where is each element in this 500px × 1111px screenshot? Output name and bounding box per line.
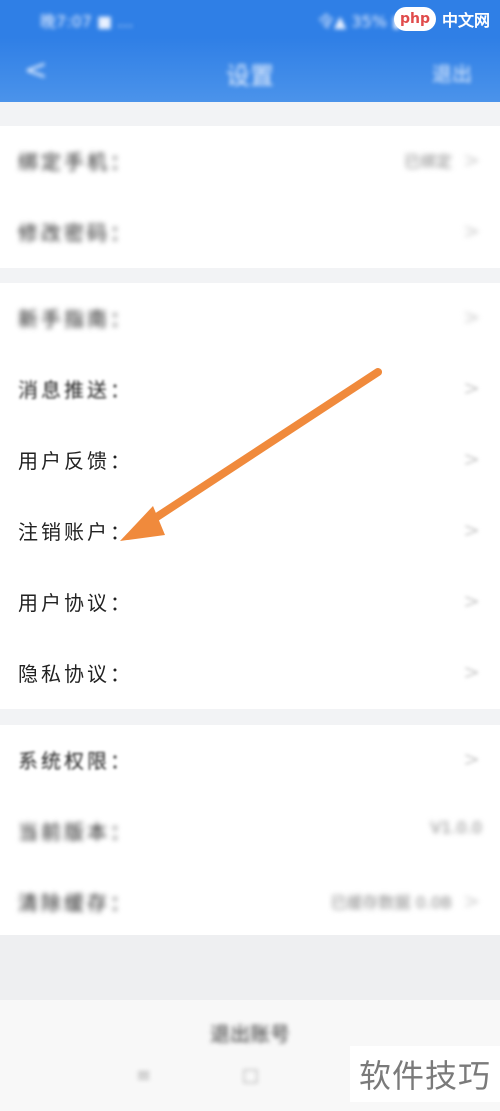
setting-label: 用户反馈： — [18, 449, 133, 473]
chevron-right-icon: > — [463, 148, 480, 172]
setting-label: 注销账户： — [18, 520, 133, 544]
php-watermark: php 中文网 — [393, 6, 490, 32]
logout-button[interactable]: 退出账号 — [0, 1018, 500, 1047]
settings-group-general: 新手指南： > 消息推送： > 用户反馈： > 注销账户： > 用户协议： > … — [0, 283, 500, 709]
setting-row-permissions[interactable]: 系统权限： > — [0, 725, 500, 796]
setting-label: 修改密码： — [18, 221, 133, 245]
setting-label: 用户协议： — [18, 591, 133, 615]
status-left: 晚7:07 ■ … — [40, 12, 134, 31]
setting-row-delete-account[interactable]: 注销账户： > — [0, 496, 500, 567]
setting-row-version: 当前版本： V1.0.0 — [0, 796, 500, 867]
page-title: 设置 — [226, 62, 274, 90]
chevron-right-icon: > — [463, 589, 480, 613]
software-tips-watermark: 软件技巧 — [350, 1046, 500, 1102]
chevron-right-icon: > — [463, 660, 480, 684]
chevron-right-icon: > — [463, 376, 480, 400]
settings-group-system: 系统权限： > 当前版本： V1.0.0 清除缓存： 已缓存数据 0.0B > — [0, 725, 500, 938]
setting-row-user-agreement[interactable]: 用户协议： > — [0, 567, 500, 638]
setting-row-push[interactable]: 消息推送： > — [0, 354, 500, 425]
setting-row-bind-phone[interactable]: 绑定手机： 已绑定 > — [0, 126, 500, 197]
setting-label: 消息推送： — [18, 378, 133, 402]
setting-row-feedback[interactable]: 用户反馈： > — [0, 425, 500, 496]
nav-bar: < 设置 退出 — [0, 38, 500, 102]
setting-label: 新手指南： — [18, 307, 133, 331]
nav-right-button[interactable]: 退出 — [432, 58, 472, 87]
setting-value: 已绑定 — [403, 152, 452, 171]
php-logo: php — [393, 7, 436, 31]
setting-label: 当前版本： — [18, 820, 133, 844]
setting-value: 已缓存数据 0.0B — [330, 893, 452, 912]
setting-value: V1.0.0 — [430, 818, 482, 837]
chevron-right-icon: > — [463, 747, 480, 771]
php-watermark-text: 中文网 — [441, 11, 490, 30]
setting-row-clear-cache[interactable]: 清除缓存： 已缓存数据 0.0B > — [0, 867, 500, 938]
chevron-right-icon: > — [463, 889, 480, 913]
setting-label: 清除缓存： — [18, 891, 133, 915]
setting-row-change-password[interactable]: 修改密码： > — [0, 197, 500, 268]
setting-row-guide[interactable]: 新手指南： > — [0, 283, 500, 354]
nav-home-icon[interactable]: □ — [242, 1065, 259, 1086]
setting-label: 绑定手机： — [18, 150, 133, 174]
chevron-right-icon: > — [463, 518, 480, 542]
chevron-right-icon: > — [463, 219, 480, 243]
status-bar: 晚7:07 ■ … 令▲ 35% ▮ php 中文网 — [0, 0, 500, 38]
chevron-right-icon: > — [463, 447, 480, 471]
setting-row-privacy[interactable]: 隐私协议： > — [0, 638, 500, 709]
nav-menu-icon[interactable]: ≡ — [136, 1065, 151, 1086]
setting-label: 系统权限： — [18, 749, 133, 773]
status-right: 令▲ 35% ▮ — [318, 12, 401, 31]
setting-label: 隐私协议： — [18, 662, 133, 686]
settings-group-account: 绑定手机： 已绑定 > 修改密码： > — [0, 126, 500, 268]
chevron-right-icon: > — [463, 305, 480, 329]
